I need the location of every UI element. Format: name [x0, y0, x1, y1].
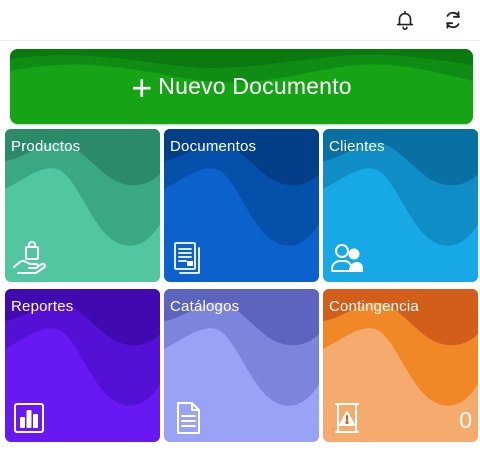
tile-documentos[interactable]: Documentos: [164, 129, 319, 282]
tile-productos[interactable]: Productos: [5, 129, 160, 282]
tile-reportes[interactable]: Reportes: [5, 289, 160, 442]
top-bar: [0, 0, 480, 41]
plus-icon: +: [131, 66, 153, 108]
users-icon: [330, 241, 364, 275]
tile-label: Clientes: [329, 138, 385, 155]
hand-shopping-bag-icon: [12, 241, 46, 275]
bar-chart-icon: [12, 401, 46, 435]
contingency-count: 0: [459, 407, 472, 433]
new-document-button[interactable]: + Nuevo Documento: [10, 49, 473, 124]
warning-document-icon: [330, 401, 364, 435]
new-document-label: Nuevo Documento: [158, 73, 352, 99]
tile-contingencia[interactable]: Contingencia 0: [323, 289, 478, 442]
tile-label: Documentos: [170, 138, 257, 155]
tile-label: Contingencia: [329, 298, 419, 315]
tile-catalogos[interactable]: Catálogos: [164, 289, 319, 442]
sync-icon[interactable]: [439, 6, 467, 34]
tile-label: Reportes: [11, 298, 74, 315]
bell-icon[interactable]: [391, 6, 419, 34]
header-divider: [0, 40, 480, 41]
tile-label: Catálogos: [170, 298, 240, 315]
document-icon: [171, 401, 205, 435]
tile-label: Productos: [11, 138, 81, 155]
tile-clientes[interactable]: Clientes: [323, 129, 478, 282]
documents-icon: [171, 241, 205, 275]
